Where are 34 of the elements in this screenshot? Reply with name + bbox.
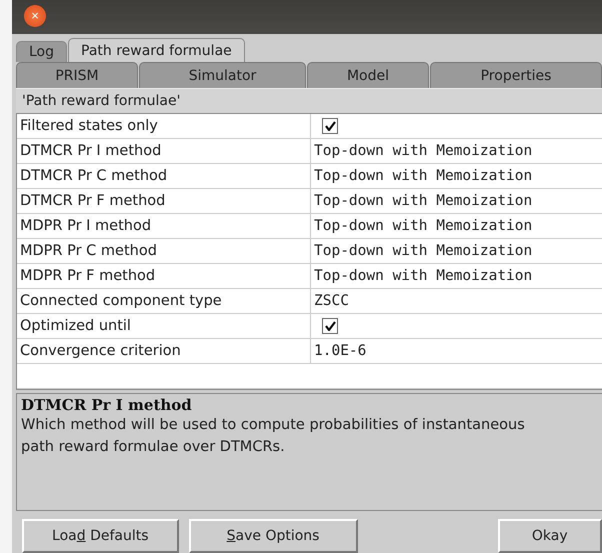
property-value[interactable]: ZSCC [311, 289, 602, 313]
property-name: DTMCR Pr F method [17, 189, 311, 213]
tab[interactable]: PRISM [16, 62, 138, 89]
description-text: Which method will be used to compute probabilities of instantaneous path reward formulae over DTMCRs. [21, 416, 526, 457]
property-name: Convergence criterion [17, 339, 311, 363]
property-value[interactable]: Top-down with Memoization [311, 264, 602, 288]
property-value[interactable]: Top-down with Memoization [311, 139, 602, 163]
property-name: MDPR Pr C method [17, 239, 311, 263]
tab[interactable]: Path reward formulae [68, 38, 245, 62]
property-value[interactable]: Top-down with Memoization [311, 189, 602, 213]
property-name: DTMCR Pr C method [17, 164, 311, 188]
tab[interactable]: Simulator [139, 62, 306, 89]
section-title: 'Path reward formulae' [16, 88, 602, 113]
property-name: MDPR Pr F method [17, 264, 311, 288]
checkbox[interactable] [322, 318, 338, 334]
check-icon [324, 121, 336, 131]
property-name: MDPR Pr I method [17, 214, 311, 238]
property-value[interactable]: 1.0E-6 [311, 339, 602, 363]
tab[interactable]: Properties [430, 62, 602, 89]
dialog-button[interactable]: Okay [498, 519, 602, 553]
dialog-button[interactable]: Save Options [188, 519, 358, 553]
description-title: DTMCR Pr I method [21, 396, 193, 414]
tab[interactable]: Model [307, 62, 429, 89]
property-name: Connected component type [17, 289, 311, 313]
property-name: DTMCR Pr I method [17, 139, 311, 163]
property-value[interactable]: Top-down with Memoization [311, 239, 602, 263]
property-value[interactable]: Top-down with Memoization [311, 164, 602, 188]
tab[interactable]: Log [16, 41, 68, 62]
checkbox[interactable] [322, 118, 338, 134]
check-icon [324, 321, 336, 331]
property-name: Filtered states only [17, 114, 311, 138]
dialog-button[interactable]: Load Defaults [22, 519, 179, 553]
property-name: Optimized until [17, 314, 311, 338]
property-value[interactable]: Top-down with Memoization [311, 214, 602, 238]
